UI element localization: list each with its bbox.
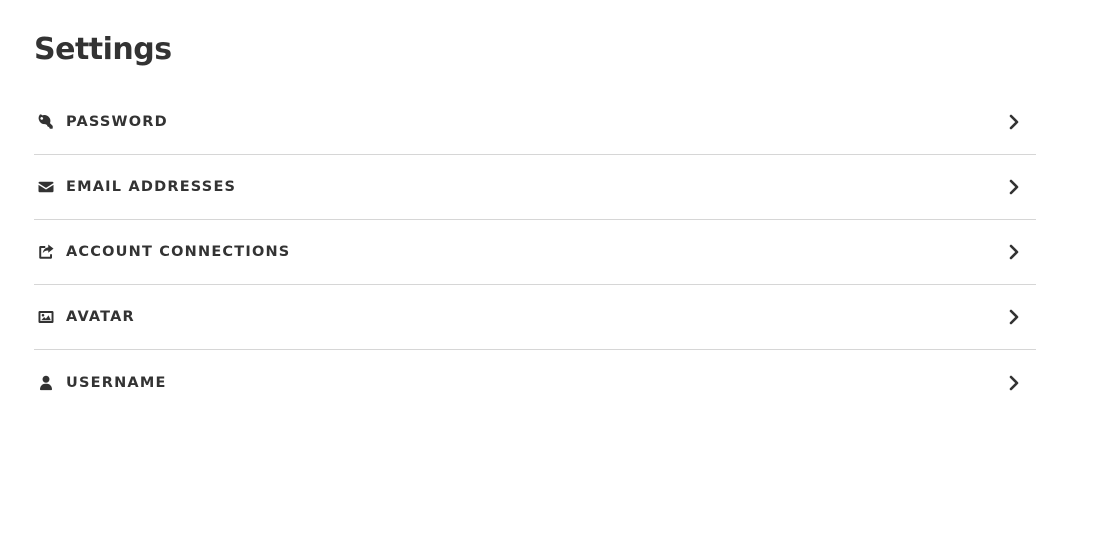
- envelope-icon: [34, 175, 58, 199]
- image-icon: [34, 305, 58, 329]
- chevron-right-icon: [1002, 371, 1026, 395]
- page-title: Settings: [34, 32, 172, 67]
- user-icon: [34, 371, 58, 395]
- settings-item-account-connections[interactable]: ACCOUNT CONNECTIONS: [34, 220, 1036, 285]
- settings-item-username[interactable]: USERNAME: [34, 350, 1036, 415]
- settings-item-label: USERNAME: [66, 374, 167, 391]
- settings-item-label: ACCOUNT CONNECTIONS: [66, 244, 291, 260]
- key-icon: [34, 110, 58, 134]
- chevron-right-icon: [1002, 175, 1026, 199]
- chevron-right-icon: [1002, 240, 1026, 264]
- settings-item-label: PASSWORD: [66, 114, 168, 130]
- chevron-right-icon: [1002, 305, 1026, 329]
- settings-item-password[interactable]: PASSWORD: [34, 90, 1036, 155]
- settings-item-label: AVATAR: [66, 309, 135, 325]
- settings-list: PASSWORD EMAIL ADDRESSES ACCOUNT CONNECT…: [34, 90, 1036, 415]
- settings-item-label: EMAIL ADDRESSES: [66, 179, 237, 195]
- share-icon: [34, 240, 58, 264]
- chevron-right-icon: [1002, 110, 1026, 134]
- settings-item-email-addresses[interactable]: EMAIL ADDRESSES: [34, 155, 1036, 220]
- settings-item-avatar[interactable]: AVATAR: [34, 285, 1036, 350]
